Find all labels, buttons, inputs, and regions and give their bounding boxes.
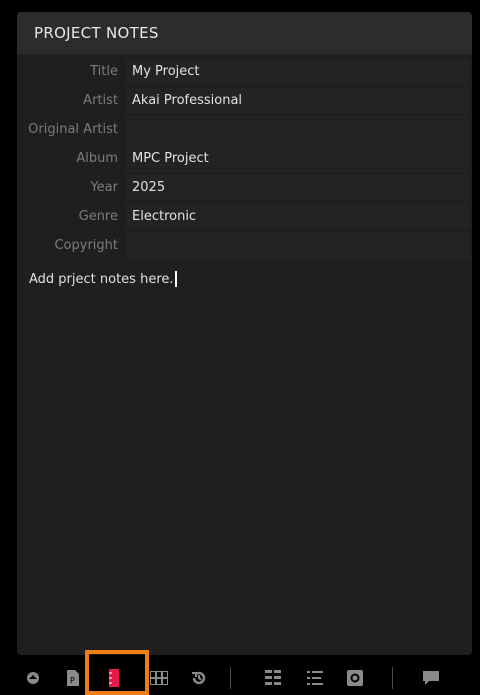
panel-title: PROJECT NOTES xyxy=(17,12,472,54)
field-label: Title xyxy=(90,64,118,79)
toolbar-divider xyxy=(230,667,231,689)
field-row-genre: Genre Electronic xyxy=(17,203,472,230)
album-field[interactable]: MPC Project xyxy=(126,145,470,172)
field-row-year: Year 2025 xyxy=(17,174,472,201)
field-row-album: Album MPC Project xyxy=(17,145,472,172)
field-label: Original Artist xyxy=(28,122,118,137)
year-field[interactable]: 2025 xyxy=(126,174,470,201)
field-label: Album xyxy=(76,151,118,166)
chat-icon[interactable] xyxy=(422,669,440,687)
field-label: Genre xyxy=(78,209,118,224)
pad-mixer-icon[interactable] xyxy=(264,669,282,687)
copyright-field[interactable] xyxy=(126,232,470,259)
notes-textarea[interactable]: Add prject notes here. xyxy=(17,261,472,297)
genre-field[interactable]: Electronic xyxy=(126,203,470,230)
field-row-artist: Artist Akai Professional xyxy=(17,87,472,114)
metadata-fields: Title My Project Artist Akai Professiona… xyxy=(17,58,472,259)
grid-editor-icon[interactable] xyxy=(150,669,168,687)
field-row-original-artist: Original Artist xyxy=(17,116,472,143)
field-label: Copyright xyxy=(54,238,118,253)
project-notes-panel: PROJECT NOTES Title My Project Artist Ak… xyxy=(17,12,472,655)
toolbar-divider xyxy=(392,667,393,689)
text-cursor xyxy=(174,271,177,287)
sample-icon[interactable] xyxy=(346,669,364,687)
active-tool-highlight xyxy=(85,650,149,695)
title-field[interactable]: My Project xyxy=(126,58,470,85)
field-label: Year xyxy=(90,180,118,195)
field-label: Artist xyxy=(83,93,118,108)
field-row-title: Title My Project xyxy=(17,58,472,85)
artist-field[interactable]: Akai Professional xyxy=(126,87,470,114)
original-artist-field[interactable] xyxy=(126,116,470,143)
field-row-copyright: Copyright xyxy=(17,232,472,259)
svg-text:P: P xyxy=(70,676,75,685)
project-file-icon[interactable]: P xyxy=(64,669,82,687)
browser-icon[interactable] xyxy=(24,669,42,687)
history-icon[interactable] xyxy=(190,669,208,687)
list-edit-icon[interactable] xyxy=(306,669,324,687)
notes-text: Add prject notes here. xyxy=(29,271,174,287)
